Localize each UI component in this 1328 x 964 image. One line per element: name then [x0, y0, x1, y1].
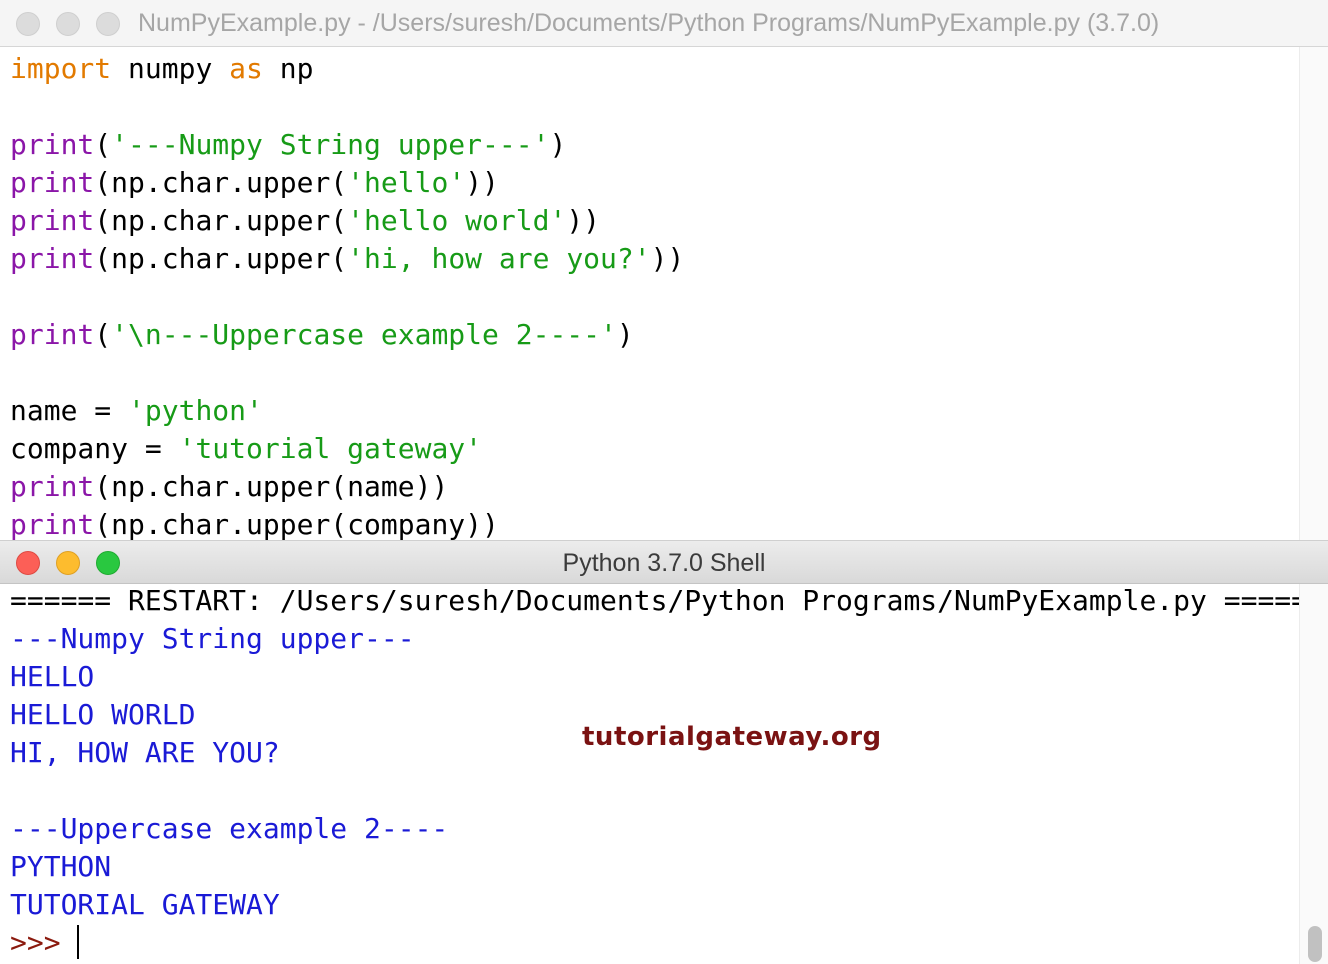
code-line: print(np.char.upper(name))	[10, 470, 449, 503]
code-line: name = 'python'	[10, 394, 263, 427]
shell-title: Python 3.7.0 Shell	[562, 549, 766, 577]
editor-title: NumPyExample.py - /Users/suresh/Document…	[138, 9, 1160, 37]
code-line: print(np.char.upper('hello'))	[10, 166, 499, 199]
output-line: ---Uppercase example 2----	[10, 812, 449, 845]
shell-prompt: >>>	[10, 926, 61, 959]
editor-scrollbar[interactable]	[1299, 47, 1328, 540]
code-line: print(np.char.upper('hello world'))	[10, 204, 601, 237]
output-line: HELLO	[10, 660, 95, 693]
code-line: print(np.char.upper('hi, how are you?'))	[10, 242, 685, 275]
close-icon[interactable]	[16, 12, 40, 36]
output-line: ---Numpy String upper---	[10, 622, 415, 655]
code-line: print('---Numpy String upper---')	[10, 128, 567, 161]
code-line: company = 'tutorial gateway'	[10, 432, 483, 465]
minimize-icon[interactable]	[56, 12, 80, 36]
prompt-line[interactable]: >>>	[10, 924, 1325, 962]
code-line: print(np.char.upper(company))	[10, 508, 499, 540]
code-editor[interactable]: import numpy as np print('---Numpy Strin…	[10, 50, 684, 540]
zoom-icon[interactable]	[96, 12, 120, 36]
output-line: PYTHON	[10, 850, 112, 883]
text-cursor	[76, 925, 79, 959]
shell-scrollbar-thumb[interactable]	[1308, 926, 1322, 962]
shell-window: Python 3.7.0 Shell ====== RESTART: /User…	[0, 540, 1328, 964]
shell-titlebar[interactable]: Python 3.7.0 Shell	[0, 540, 1328, 584]
restart-line: ====== RESTART: /Users/suresh/Documents/…	[10, 584, 1325, 617]
code-line: import numpy as np	[10, 52, 314, 85]
output-line: TUTORIAL GATEWAY	[10, 888, 280, 921]
code-line: print('\n---Uppercase example 2----')	[10, 318, 634, 351]
shell-output[interactable]: ====== RESTART: /Users/suresh/Documents/…	[10, 582, 1325, 962]
editor-titlebar[interactable]: NumPyExample.py - /Users/suresh/Document…	[0, 0, 1328, 47]
editor-window: NumPyExample.py - /Users/suresh/Document…	[0, 0, 1328, 540]
shell-scrollbar[interactable]	[1299, 584, 1328, 964]
watermark-logo: tutorialgateway.org	[582, 722, 882, 752]
